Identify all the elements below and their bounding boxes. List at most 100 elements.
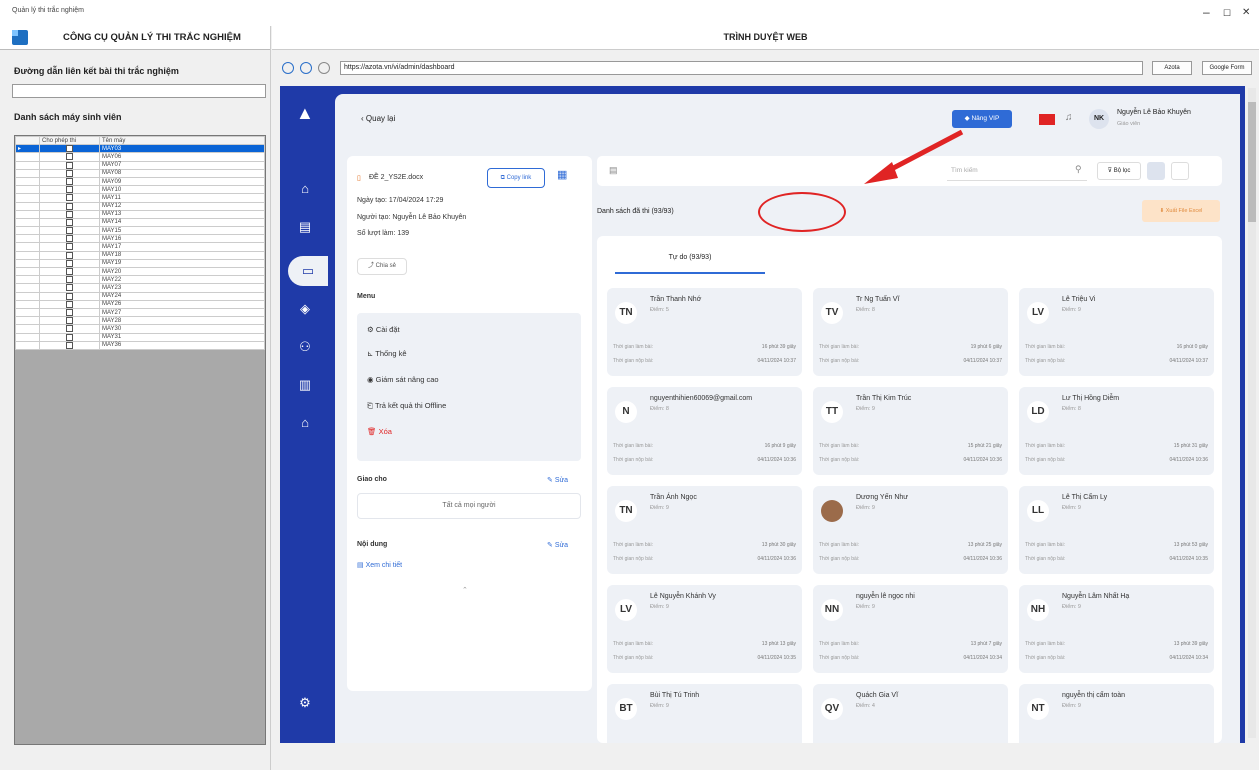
menu-monitor[interactable]: ◉ Giám sát nâng cao bbox=[367, 375, 439, 384]
student-card[interactable]: NT nguyễn thị cẩm toàn Điểm: 9 bbox=[1019, 684, 1214, 743]
bank-icon[interactable]: ⌂ bbox=[298, 416, 312, 430]
scrollbar-thumb[interactable] bbox=[1248, 102, 1256, 222]
assign-edit-button[interactable]: ✎ Sửa bbox=[547, 476, 568, 484]
avatar[interactable]: NK bbox=[1089, 109, 1109, 129]
col-allow[interactable]: Cho phép thi bbox=[39, 135, 100, 146]
home-icon[interactable]: ⌂ bbox=[298, 182, 312, 196]
student-card[interactable]: LV Lê Nguyễn Khánh Vy Điểm: 9 Thời gian làm… bbox=[607, 585, 802, 673]
link-input[interactable] bbox=[12, 84, 266, 98]
student-card[interactable]: TV Tr Ng Tuấn Vĩ Điểm: 8 Thời gian làm bài:… bbox=[813, 288, 1008, 376]
allow-checkbox[interactable] bbox=[66, 268, 73, 276]
machine-row[interactable]: MAY08 bbox=[15, 168, 265, 178]
machine-row[interactable]: MAY15 bbox=[15, 226, 265, 236]
allow-checkbox[interactable] bbox=[66, 317, 73, 325]
machine-row[interactable]: MAY36 bbox=[15, 340, 265, 350]
student-card[interactable]: LV Lê Triệu Vi Điểm: 9 Thời gian làm bài: 16… bbox=[1019, 288, 1214, 376]
student-card[interactable]: NN nguyễn lê ngọc nhi Điểm: 9 Thời gian làm… bbox=[813, 585, 1008, 673]
allow-checkbox[interactable] bbox=[66, 235, 73, 243]
machine-row[interactable]: MAY10 bbox=[15, 185, 265, 195]
student-card[interactable]: BT Bùi Thị Tú Trinh Điểm: 9 bbox=[607, 684, 802, 743]
users-icon[interactable]: ⚇ bbox=[298, 340, 312, 354]
student-card[interactable]: NH Nguyễn Lâm Nhất Hạ Điểm: 9 Thời gian làm… bbox=[1019, 585, 1214, 673]
menu-settings[interactable]: ⚙ Cài đặt bbox=[367, 325, 400, 334]
allow-checkbox[interactable] bbox=[66, 284, 73, 292]
allow-checkbox[interactable] bbox=[66, 341, 73, 349]
share-button[interactable]: ⤴ Chia sẻ bbox=[357, 258, 407, 275]
azota-button[interactable]: Azota bbox=[1152, 61, 1192, 75]
allow-checkbox[interactable] bbox=[66, 161, 73, 169]
student-card[interactable]: QV Quách Gia Vĩ Điểm: 4 bbox=[813, 684, 1008, 743]
book-icon[interactable]: ▥ bbox=[298, 378, 312, 392]
grid-view-icon[interactable] bbox=[1147, 162, 1165, 180]
allow-checkbox[interactable] bbox=[66, 276, 73, 284]
allow-checkbox[interactable] bbox=[66, 186, 73, 194]
allow-checkbox[interactable] bbox=[66, 292, 73, 300]
layers-icon[interactable]: ◈ bbox=[298, 302, 312, 316]
machine-row[interactable]: MAY14 bbox=[15, 217, 265, 228]
tab-free[interactable]: Tự do (93/93) bbox=[615, 250, 765, 274]
machine-row[interactable]: MAY16 bbox=[15, 234, 265, 244]
scrollbar[interactable] bbox=[1248, 88, 1256, 738]
settings-gear-icon[interactable]: ⚙ bbox=[298, 696, 312, 710]
machine-row[interactable]: MAY09 bbox=[15, 176, 265, 187]
assign-value[interactable]: Tất cả mọi người bbox=[357, 493, 581, 519]
allow-checkbox[interactable] bbox=[66, 194, 73, 202]
export-excel-button[interactable]: ⬇ Xuất File Excel bbox=[1142, 200, 1220, 222]
copy-link-button[interactable]: ⧉ Copy link bbox=[487, 168, 545, 188]
student-card[interactable]: TN Trần Ánh Ngọc Điểm: 9 Thời gian làm bài:… bbox=[607, 486, 802, 574]
menu-offline[interactable]: ⎗ Trả kết quả thi Offline bbox=[367, 401, 446, 411]
list-view-icon[interactable] bbox=[1171, 162, 1189, 180]
machine-row[interactable]: MAY19 bbox=[15, 258, 265, 269]
filter-button[interactable]: ⊽ Bộ lọc bbox=[1097, 162, 1141, 180]
allow-checkbox[interactable] bbox=[66, 153, 73, 161]
bell-icon[interactable]: ♫ bbox=[1065, 112, 1073, 123]
forward-nav-icon[interactable] bbox=[300, 62, 312, 74]
machine-row[interactable]: MAY26 bbox=[15, 299, 265, 309]
file-name[interactable]: ĐỀ 2_YS2E.docx bbox=[369, 174, 423, 181]
back-link[interactable]: ‹ Quay lại bbox=[361, 114, 395, 123]
machine-row[interactable]: MAY24 bbox=[15, 291, 265, 301]
machine-row[interactable]: MAY18 bbox=[15, 250, 265, 260]
allow-checkbox[interactable] bbox=[66, 177, 73, 185]
maximize-button[interactable]: ☐ bbox=[1223, 8, 1231, 19]
machine-row[interactable]: MAY27 bbox=[15, 307, 265, 318]
vn-flag-icon[interactable] bbox=[1039, 114, 1055, 125]
allow-checkbox[interactable] bbox=[66, 218, 73, 226]
collapse-icon[interactable]: ⌃ bbox=[462, 586, 468, 594]
allow-checkbox[interactable] bbox=[66, 259, 73, 267]
list-icon[interactable]: ▤ bbox=[609, 165, 618, 176]
allow-checkbox[interactable] bbox=[66, 243, 73, 251]
minimize-button[interactable]: – bbox=[1203, 5, 1210, 19]
url-input[interactable]: https://azota.vn/vi/admin/dashboard bbox=[340, 61, 1143, 75]
machine-row[interactable]: MAY22 bbox=[15, 275, 265, 285]
student-card[interactable]: LL Lê Thị Cẩm Ly Điểm: 9 Thời gian làm bài:… bbox=[1019, 486, 1214, 574]
document-icon[interactable]: ▤ bbox=[298, 220, 312, 234]
student-card[interactable]: TN Trần Thanh Nhớ Điểm: 5 Thời gian làm bài… bbox=[607, 288, 802, 376]
machine-row[interactable]: MAY20 bbox=[15, 266, 265, 277]
allow-checkbox[interactable] bbox=[66, 202, 73, 210]
student-card[interactable]: Nnguyenthihien60069@gmail.com Điểm: 8 Thời… bbox=[607, 387, 802, 475]
allow-checkbox[interactable] bbox=[66, 308, 73, 316]
machine-row[interactable]: MAY13 bbox=[15, 209, 265, 219]
allow-checkbox[interactable] bbox=[66, 300, 73, 308]
machine-row[interactable]: ▸ MAY03 bbox=[15, 144, 265, 154]
allow-checkbox[interactable] bbox=[66, 210, 73, 218]
machine-row[interactable]: MAY07 bbox=[15, 160, 265, 170]
machine-row[interactable]: MAY23 bbox=[15, 283, 265, 293]
search-icon[interactable]: ⚲ bbox=[1075, 164, 1082, 175]
allow-checkbox[interactable] bbox=[66, 169, 73, 177]
machine-row[interactable]: MAY11 bbox=[15, 193, 265, 203]
allow-checkbox[interactable] bbox=[66, 251, 73, 259]
content-edit-button[interactable]: ✎ Sửa bbox=[547, 541, 568, 549]
menu-stats[interactable]: ⊾ Thống kê bbox=[367, 349, 407, 358]
machine-row[interactable]: MAY17 bbox=[15, 242, 265, 252]
machine-grid[interactable]: Cho phép thi Tên máy ▸ MAY03 MAY06 MAY07 MAY0… bbox=[14, 135, 266, 745]
allow-checkbox[interactable] bbox=[66, 227, 73, 235]
student-card[interactable]: TT Trần Thị Kim Trúc Điểm: 9 Thời gian làm … bbox=[813, 387, 1008, 475]
allow-checkbox[interactable] bbox=[66, 145, 73, 153]
machine-row[interactable]: MAY12 bbox=[15, 201, 265, 211]
machine-row[interactable]: MAY28 bbox=[15, 316, 265, 326]
allow-checkbox[interactable] bbox=[66, 325, 73, 333]
machine-row[interactable]: MAY06 bbox=[15, 152, 265, 162]
menu-delete[interactable]: 🗑 Xóa bbox=[367, 427, 392, 436]
